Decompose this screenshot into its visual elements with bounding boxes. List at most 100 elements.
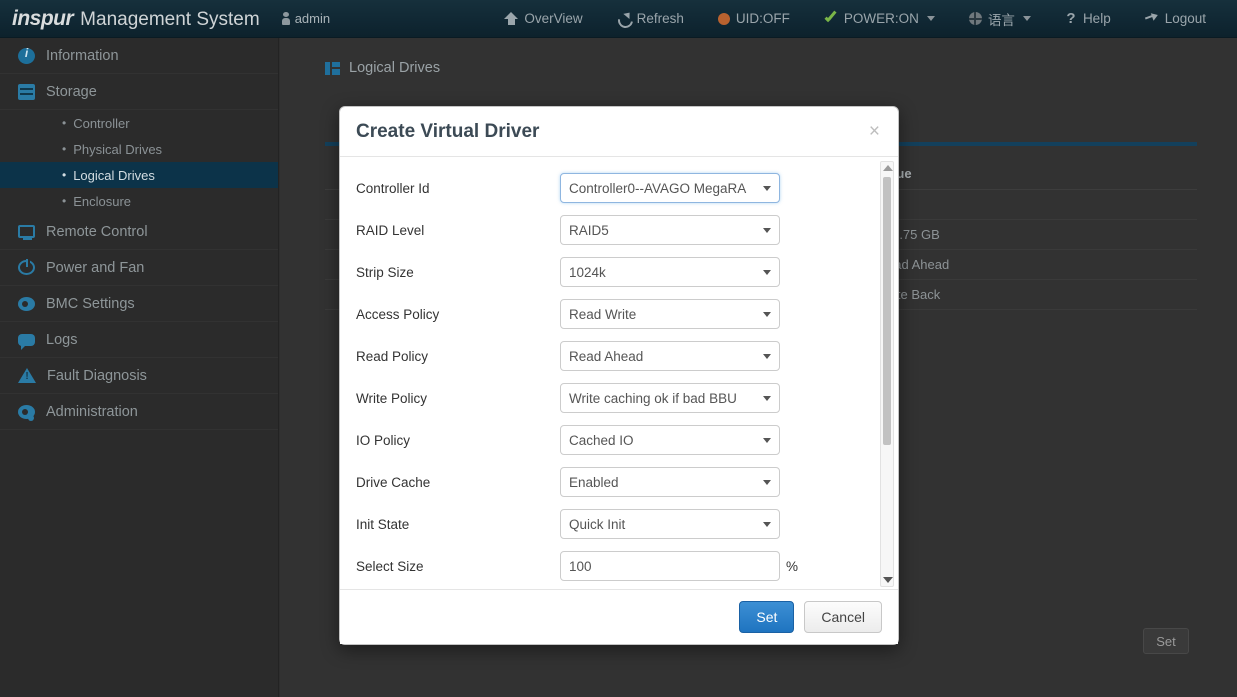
raid-level-select[interactable]: RAID5 <box>560 215 780 245</box>
chevron-down-icon <box>763 312 771 317</box>
sidebar-item-remote-control[interactable]: Remote Control <box>0 214 278 250</box>
sidebar-item-physical-drives[interactable]: • Physical Drives <box>0 136 278 162</box>
sidebar-item-logical-drives[interactable]: • Logical Drives <box>0 162 278 188</box>
field-row-select-size: Select Size % <box>340 545 898 587</box>
nav-overview[interactable]: OverView <box>487 11 599 26</box>
nav-help[interactable]: ? Help <box>1048 9 1128 27</box>
controller-id-select[interactable]: Controller0--AVAGO MegaRA <box>560 173 780 203</box>
nav-refresh[interactable]: Refresh <box>600 11 701 26</box>
chevron-down-icon <box>1022 16 1031 21</box>
sidebar-subitem-label: Physical Drives <box>73 141 163 157</box>
cancel-button[interactable]: Cancel <box>804 601 882 633</box>
sidebar-item-bmc-settings[interactable]: BMC Settings <box>0 286 278 322</box>
field-label: Init State <box>356 516 410 532</box>
sidebar-item-label: Storage <box>46 83 97 100</box>
table-cell-value: Write Back <box>865 279 1197 310</box>
sidebar-item-label: Logs <box>46 331 78 348</box>
init-state-value: Quick Init <box>569 516 626 532</box>
user-icon <box>281 12 290 25</box>
sidebar-item-storage[interactable]: Storage <box>0 74 278 110</box>
nav-power[interactable]: POWER:ON <box>807 11 952 26</box>
sidebar-item-information[interactable]: Information <box>0 38 278 74</box>
field-label: Strip Size <box>356 264 414 280</box>
remote-control-icon <box>18 225 35 240</box>
scroll-up-icon[interactable] <box>883 165 893 171</box>
chevron-down-icon <box>763 522 771 527</box>
percent-suffix: % <box>786 558 799 574</box>
controller-id-value: Controller0--AVAGO MegaRA <box>569 180 747 196</box>
io-policy-value: Cached IO <box>569 432 634 448</box>
check-icon <box>824 12 838 26</box>
dialog-footer: Set Cancel <box>340 589 898 644</box>
select-size-input[interactable] <box>560 551 780 581</box>
field-row-write-policy: Write Policy Write caching ok if bad BBU <box>340 377 898 419</box>
nav-logout-label: Logout <box>1164 11 1206 26</box>
refresh-icon <box>617 12 631 26</box>
field-row-access-policy: Access Policy Read Write <box>340 293 898 335</box>
drive-cache-value: Enabled <box>569 474 619 490</box>
dialog-body: Controller Id Controller0--AVAGO MegaRA … <box>340 157 898 589</box>
gear-icon <box>18 296 35 311</box>
field-row-controller-id: Controller Id Controller0--AVAGO MegaRA <box>340 167 898 209</box>
sidebar-item-controller[interactable]: • Controller <box>0 110 278 136</box>
strip-size-select[interactable]: 1024k <box>560 257 780 287</box>
current-user[interactable]: admin <box>281 11 331 26</box>
field-row-init-state: Init State Quick Init <box>340 503 898 545</box>
page-title: Logical Drives <box>280 38 1237 76</box>
table-cell-value: 3 <box>865 189 1197 220</box>
brand: inspur Management System <box>0 7 260 31</box>
logs-icon <box>18 333 35 350</box>
raid-level-value: RAID5 <box>569 222 609 238</box>
gears-icon <box>18 404 35 421</box>
field-label: Select Size <box>356 558 424 574</box>
logout-icon <box>1145 12 1159 25</box>
dialog-header: Create Virtual Driver × <box>340 107 898 157</box>
uid-indicator-icon <box>717 12 730 25</box>
access-policy-select[interactable]: Read Write <box>560 299 780 329</box>
sidebar-item-label: Administration <box>46 403 138 420</box>
dialog-scrollbar[interactable] <box>880 161 894 587</box>
set-button[interactable]: Set <box>739 601 795 633</box>
sidebar-item-label: Power and Fan <box>46 259 145 276</box>
read-policy-select[interactable]: Read Ahead <box>560 341 780 371</box>
nav-uid-label: UID:OFF <box>735 11 790 26</box>
drive-cache-select[interactable]: Enabled <box>560 467 780 497</box>
table-cell-value: Read Ahead <box>865 249 1197 280</box>
scrollbar-thumb[interactable] <box>883 177 891 445</box>
sidebar-item-power-and-fan[interactable]: Power and Fan <box>0 250 278 286</box>
nav-uid[interactable]: UID:OFF <box>701 11 807 26</box>
scroll-down-icon[interactable] <box>883 577 893 583</box>
sidebar-item-enclosure[interactable]: • Enclosure <box>0 188 278 214</box>
chevron-down-icon <box>763 480 771 485</box>
sidebar-item-logs[interactable]: Logs <box>0 322 278 358</box>
home-icon <box>504 12 519 25</box>
warning-icon <box>18 368 36 383</box>
field-label: Drive Cache <box>356 474 431 490</box>
background-set-button[interactable]: Set <box>1143 628 1189 654</box>
field-row-strip-size: Strip Size 1024k <box>340 251 898 293</box>
field-label: IO Policy <box>356 432 411 448</box>
chevron-down-icon <box>763 354 771 359</box>
field-row-io-policy: IO Policy Cached IO <box>340 419 898 461</box>
chevron-down-icon <box>763 270 771 275</box>
nav-language[interactable]: 语言 <box>952 9 1048 29</box>
admin-label: admin <box>294 11 331 26</box>
sidebar-item-label: Information <box>46 47 119 64</box>
write-policy-select[interactable]: Write caching ok if bad BBU <box>560 383 780 413</box>
nav-logout[interactable]: Logout <box>1128 11 1223 26</box>
init-state-select[interactable]: Quick Init <box>560 509 780 539</box>
field-label: Controller Id <box>356 180 430 196</box>
sidebar-subitem-label: Logical Drives <box>73 167 155 183</box>
close-icon[interactable]: × <box>869 122 880 141</box>
inspur-logo: inspur <box>12 6 74 30</box>
io-policy-select[interactable]: Cached IO <box>560 425 780 455</box>
sidebar: Information Storage • Controller • Physi… <box>0 38 279 697</box>
question-icon: ? <box>1066 9 1076 27</box>
nav-language-label: 语言 <box>987 12 1015 28</box>
page-title-label: Logical Drives <box>349 60 441 76</box>
field-label: RAID Level <box>356 222 425 238</box>
sidebar-item-administration[interactable]: Administration <box>0 394 278 430</box>
write-policy-value: Write caching ok if bad BBU <box>569 390 737 406</box>
chevron-down-icon <box>926 16 935 21</box>
sidebar-item-fault-diagnosis[interactable]: Fault Diagnosis <box>0 358 278 394</box>
